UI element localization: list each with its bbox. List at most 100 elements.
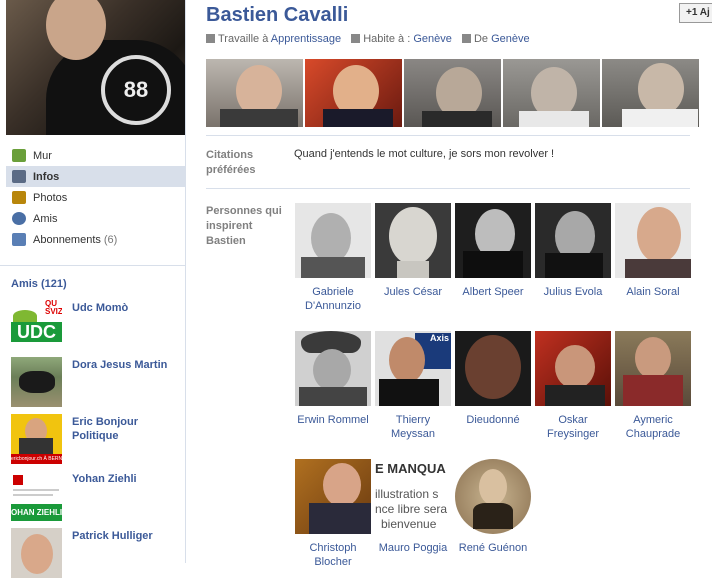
profile-name[interactable]: Bastien Cavalli <box>206 4 348 27</box>
friend-thumbnail[interactable] <box>11 528 62 578</box>
uniform-shape <box>299 387 367 406</box>
nav-item-mur[interactable]: Mur <box>6 145 185 166</box>
inspiration-name[interactable]: Julius Evola <box>535 285 611 299</box>
inspiration-item[interactable]: Gabriele D'Annunzio <box>295 203 371 313</box>
face-shape <box>389 337 425 383</box>
face-shape <box>637 207 681 263</box>
strip-photo[interactable] <box>503 59 600 127</box>
from-prefix: De <box>473 33 488 45</box>
inspiration-name[interactable]: Oskar Freysinger <box>535 413 611 441</box>
inspiration-photo[interactable] <box>455 331 531 406</box>
inspiration-photo[interactable]: E MANQUA illustration s nce libre sera b… <box>375 459 451 534</box>
inspiration-photo[interactable] <box>535 203 611 278</box>
inspiration-item[interactable]: Julius Evola <box>535 203 611 299</box>
text-line <box>13 494 53 496</box>
friend-name[interactable]: Udc Momò <box>72 301 182 315</box>
inspiration-name[interactable]: Christoph Blocher <box>295 541 371 569</box>
inspiration-photo[interactable] <box>375 203 451 278</box>
nav-item-amis[interactable]: Amis <box>6 208 185 229</box>
from-link[interactable]: Genève <box>491 33 530 45</box>
face-shape <box>313 349 351 391</box>
friends-title[interactable]: Amis (121) <box>11 278 67 290</box>
friend-item[interactable]: OHAN ZIEHLI Yohan Ziehli <box>11 471 181 523</box>
friend-name[interactable]: Patrick Hulliger <box>72 529 182 543</box>
suit-shape <box>309 503 371 534</box>
inspiration-name[interactable]: Mauro Poggia <box>375 541 451 555</box>
inspiration-name[interactable]: Jules César <box>375 285 451 299</box>
inspiration-item[interactable]: Christoph Blocher <box>295 459 371 569</box>
friend-item[interactable]: QU SVIZ UDC Udc Momò <box>11 300 181 352</box>
inspiration-name[interactable]: Thierry Meyssan <box>375 413 451 441</box>
swiss-flag-shape <box>13 475 23 485</box>
face-shape <box>311 213 351 263</box>
inspiration-photo[interactable] <box>535 331 611 406</box>
friend-thumbnail[interactable]: QU SVIZ UDC <box>11 300 62 350</box>
nav-item-infos[interactable]: Infos <box>6 166 185 187</box>
strip-photo[interactable] <box>305 59 402 127</box>
inspiration-photo[interactable] <box>295 459 371 534</box>
inspiration-photo[interactable] <box>455 459 531 534</box>
nav-item-abonnements[interactable]: Abonnements (6) <box>6 229 185 250</box>
inspiration-name[interactable]: Alain Soral <box>615 285 691 299</box>
strip-photo[interactable] <box>206 59 303 127</box>
friend-name[interactable]: Yohan Ziehli <box>72 472 182 486</box>
work-link[interactable]: Apprentissage <box>271 33 341 45</box>
friend-name[interactable]: Eric Bonjour Politique <box>72 415 182 443</box>
suit-shape <box>625 259 691 278</box>
quote-text: Quand j'entends le mot culture, je sors … <box>294 148 555 160</box>
inspiration-item[interactable]: Dieudonné <box>455 331 531 427</box>
strip-photo[interactable] <box>404 59 501 127</box>
briefcase-icon <box>206 34 215 43</box>
inspiration-photo[interactable] <box>615 203 691 278</box>
add-friend-button[interactable]: +1 Aj <box>679 3 712 23</box>
inspiration-photo[interactable] <box>455 203 531 278</box>
bull-shape <box>19 371 55 393</box>
friend-item[interactable]: ericbonjour.ch À BERNE Eric Bonjour Poli… <box>11 414 181 466</box>
friend-thumbnail[interactable]: OHAN ZIEHLI <box>11 471 62 521</box>
inspiration-photo[interactable] <box>295 331 371 406</box>
inspiration-item[interactable]: Albert Speer <box>455 203 531 299</box>
inspiration-name[interactable]: René Guénon <box>455 541 531 555</box>
inspiration-item[interactable]: Aymeric Chauprade <box>615 331 691 441</box>
inspiration-item[interactable]: René Guénon <box>455 459 531 555</box>
friend-thumbnail[interactable] <box>11 357 62 407</box>
nav-item-photos[interactable]: Photos <box>6 187 185 208</box>
profile-meta: Travaille à Apprentissage Habite à : Gen… <box>206 33 530 45</box>
inspiration-photo[interactable] <box>295 203 371 278</box>
face-shape <box>21 534 53 574</box>
inspiration-photo[interactable] <box>615 331 691 406</box>
inspiration-photo[interactable]: Axis <box>375 331 451 406</box>
friend-item[interactable]: Patrick Hulliger <box>11 528 181 580</box>
inspiration-item[interactable]: Jules César <box>375 203 451 299</box>
strip-photo[interactable] <box>602 59 699 127</box>
divider <box>206 135 690 136</box>
udc-logo: UDC <box>11 322 62 342</box>
inspiration-name[interactable]: Albert Speer <box>455 285 531 299</box>
home-icon <box>461 34 471 43</box>
inspiration-name[interactable]: Aymeric Chauprade <box>615 413 691 441</box>
inspiration-item[interactable]: E MANQUA illustration s nce libre sera b… <box>375 459 451 555</box>
friend-item[interactable]: Dora Jesus Martin <box>11 357 181 409</box>
suit-shape <box>545 253 603 278</box>
inspiration-name[interactable]: Dieudonné <box>455 413 531 427</box>
face-shape <box>479 469 507 505</box>
bust-shape <box>389 207 437 265</box>
lives-link[interactable]: Genève <box>413 33 452 45</box>
divider <box>206 188 690 189</box>
inspiration-item[interactable]: Axis Thierry Meyssan <box>375 331 451 441</box>
udc-top-text: QU SVIZ <box>45 300 62 316</box>
inspiration-name[interactable]: Gabriele D'Annunzio <box>295 285 371 313</box>
face-shape <box>323 463 361 507</box>
profile-picture[interactable]: 88 <box>6 0 185 135</box>
inspiration-name[interactable]: Erwin Rommel <box>295 413 371 427</box>
face-shape <box>635 337 671 379</box>
poggia-line: bienvenue <box>381 517 437 531</box>
inspiration-item[interactable]: Oskar Freysinger <box>535 331 611 441</box>
shirt-shape <box>323 109 393 127</box>
inspiration-item[interactable]: Erwin Rommel <box>295 331 371 427</box>
friend-name[interactable]: Dora Jesus Martin <box>72 358 182 372</box>
suit-shape <box>545 385 605 406</box>
friend-thumbnail[interactable]: ericbonjour.ch À BERNE <box>11 414 62 464</box>
nav-label: Amis <box>33 212 58 225</box>
inspiration-item[interactable]: Alain Soral <box>615 203 691 299</box>
